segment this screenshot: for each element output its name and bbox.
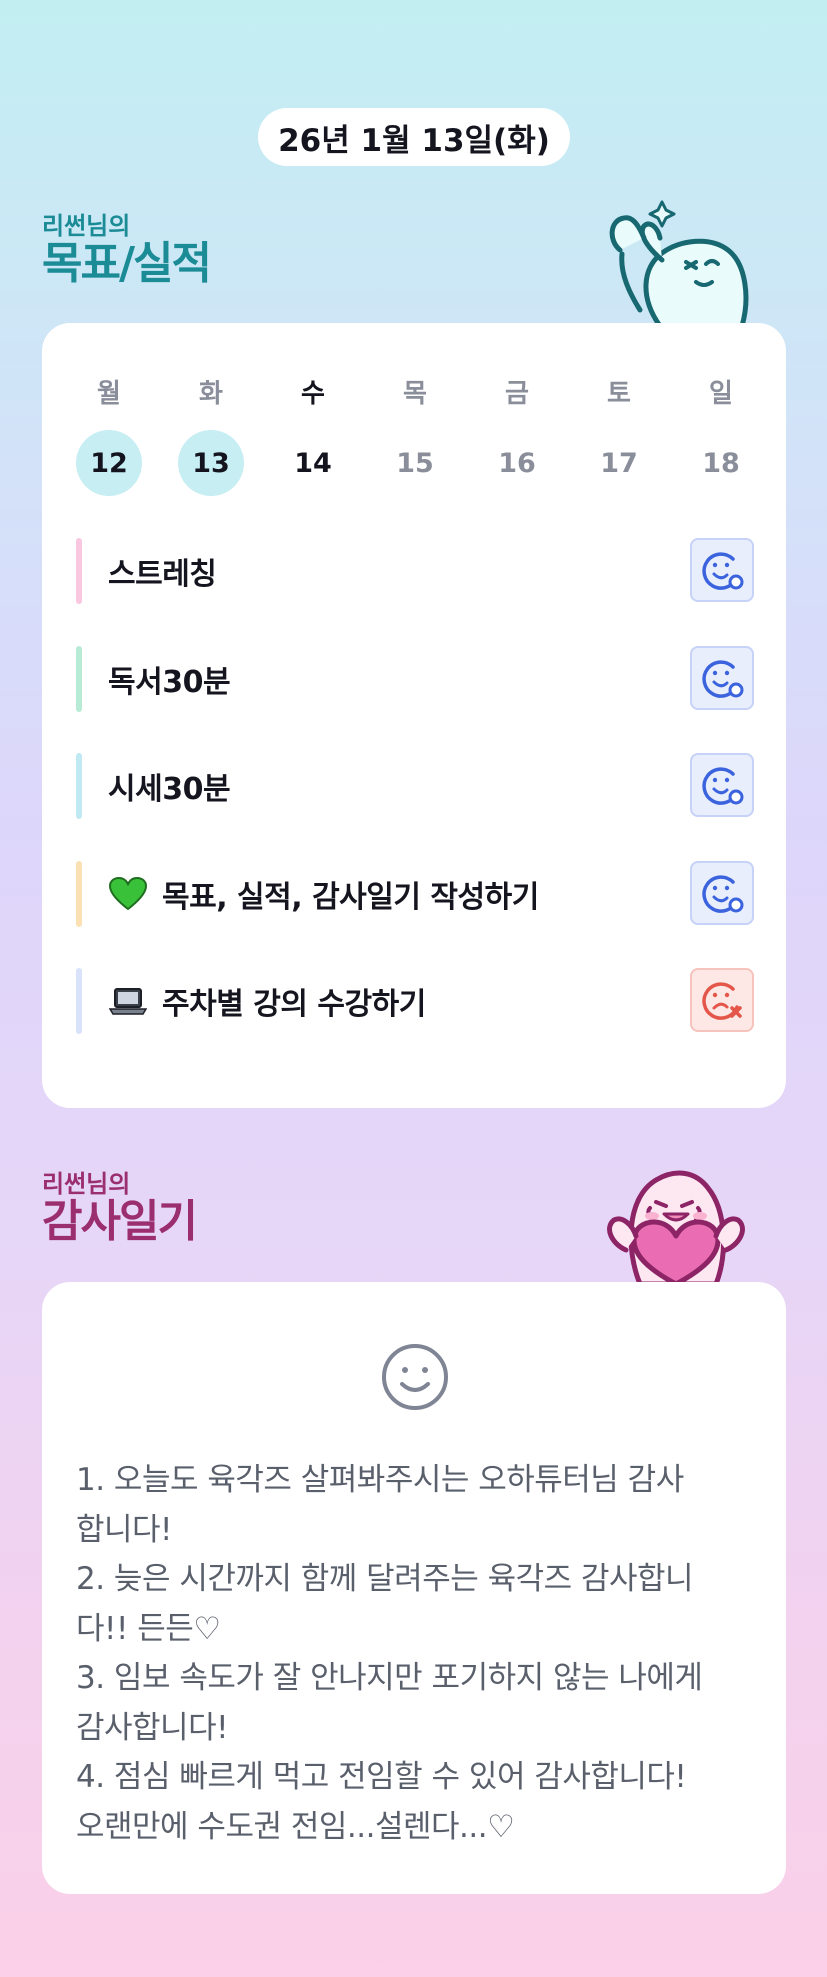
task-status-failed-button[interactable] — [690, 968, 754, 1032]
diary-line: 합니다! — [76, 1511, 173, 1548]
task-label: 스트레칭 — [108, 557, 217, 592]
diary-text: 1. 오늘도 육각즈 살펴봐주시는 오하튜터님 감사 합니다! 2. 늦은 시간… — [76, 1456, 756, 1852]
diary-title: 감사일기 — [42, 1196, 198, 1247]
task-item[interactable]: 주차별 강의 수강하기 — [76, 968, 754, 1034]
task-item[interactable]: 독서30분 — [76, 645, 754, 712]
date-13[interactable]: 13 — [178, 430, 244, 496]
weekday-row: 월 화 수 목 금 토 일 — [76, 373, 754, 409]
smile-check-icon — [702, 874, 744, 913]
task-label: 독서30분 — [108, 664, 231, 700]
date-14[interactable]: 14 — [280, 430, 346, 496]
date-12[interactable]: 12 — [76, 430, 142, 496]
date-15[interactable]: 15 — [382, 430, 448, 496]
task-item[interactable]: 시세30분 — [76, 753, 754, 819]
diary-card: 1. 오늘도 육각즈 살펴봐주시는 오하튜터님 감사 합니다! 2. 늦은 시간… — [42, 1282, 786, 1894]
diary-line: 2. 늦은 시간까지 함께 달려주는 육각즈 감사합니 — [76, 1561, 694, 1597]
smile-check-icon — [702, 552, 744, 590]
task-label: 목표, 실적, 감사일기 작성하기 — [162, 879, 539, 915]
task-status-done-button[interactable] — [690, 860, 754, 925]
date-label: 26년 1월 13일(화) — [278, 122, 550, 159]
weekday-mon: 월 — [97, 378, 121, 409]
diary-line: 4. 점심 빠르게 먹고 전임할 수 있어 감사합니다! — [76, 1759, 687, 1795]
weekday-fri: 금 — [505, 378, 529, 409]
weekday-sun: 일 — [709, 378, 733, 409]
goals-subtitle: 리썬님의 — [42, 212, 131, 240]
task-color-bar — [76, 753, 82, 819]
task-label: 주차별 강의 수강하기 — [162, 987, 426, 1022]
date-16[interactable]: 16 — [484, 430, 550, 496]
goals-card: 월 화 수 목 금 토 일 12 13 14 15 16 17 18 스트레칭 — [42, 323, 786, 1108]
pink-mascot-heart-icon — [607, 1170, 745, 1284]
sad-x-icon — [702, 982, 742, 1020]
weekday-sat: 토 — [607, 378, 631, 409]
diary-line: 오랜만에 수도권 전임...설렌다...♡ — [76, 1808, 515, 1845]
date-18[interactable]: 18 — [688, 430, 754, 496]
task-item[interactable]: 목표, 실적, 감사일기 작성하기 — [76, 860, 754, 927]
date-17[interactable]: 17 — [586, 430, 652, 496]
task-label: 시세30분 — [108, 772, 231, 807]
task-color-bar — [76, 645, 82, 712]
laptop-icon — [108, 981, 148, 1021]
smile-check-icon — [702, 659, 744, 698]
weekday-thu: 목 — [403, 378, 427, 409]
weekday-tue: 화 — [199, 378, 223, 409]
goals-title: 목표/실적 — [42, 238, 212, 289]
diary-subtitle: 리썬님의 — [42, 1170, 131, 1198]
task-list: 스트레칭 독서30분 시세30분 목표, 실적, 감사일기 작성하기 주차별 강… — [76, 538, 754, 1076]
task-status-done-button[interactable] — [690, 753, 754, 817]
task-color-bar — [76, 538, 82, 604]
diary-line: 다!! 든든♡ — [76, 1610, 221, 1647]
blue-mascot-icon — [609, 200, 749, 326]
smile-check-icon — [702, 767, 744, 805]
diary-line: 3. 임보 속도가 잘 안나지만 포기하지 않는 나에게 — [76, 1660, 703, 1696]
diary-line: 감사합니다! — [76, 1709, 229, 1746]
weekday-wed: 수 — [301, 378, 325, 409]
task-color-bar — [76, 860, 82, 927]
green-heart-icon — [108, 874, 148, 914]
goals-section-title: 리썬님의 목표/실적 — [42, 212, 212, 289]
task-status-done-button[interactable] — [690, 645, 754, 710]
diary-section-title: 리썬님의 감사일기 — [42, 1170, 198, 1247]
task-color-bar — [76, 968, 82, 1034]
smile-icon — [382, 1344, 448, 1410]
task-item[interactable]: 스트레칭 — [76, 538, 754, 604]
date-row: 12 13 14 15 16 17 18 — [76, 430, 754, 496]
diary-line: 1. 오늘도 육각즈 살펴봐주시는 오하튜터님 감사 — [76, 1462, 684, 1498]
task-status-done-button[interactable] — [690, 538, 754, 602]
date-pill[interactable]: 26년 1월 13일(화) — [258, 108, 570, 166]
